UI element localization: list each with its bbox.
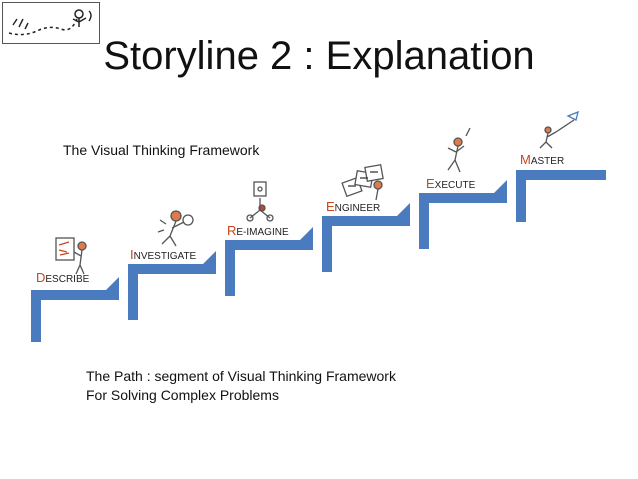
- engineer-figure-icon: [341, 163, 384, 201]
- step-label-execute: EXECUTE: [426, 176, 476, 191]
- step-label-master: MASTER: [520, 152, 565, 167]
- footer-caption: The Path : segment of Visual Thinking Fr…: [86, 367, 396, 405]
- investigate-figure-icon: [157, 210, 194, 247]
- describe-figure-icon: [55, 237, 87, 275]
- staircase-diagram: [31, 110, 606, 342]
- master-figure-icon: [539, 110, 579, 149]
- reimagine-figure-icon: [246, 181, 274, 222]
- stair-step-describe: [31, 277, 119, 342]
- step-label-investigate: INVESTIGATE: [130, 247, 197, 262]
- footer-line-1: The Path : segment of Visual Thinking Fr…: [86, 368, 396, 384]
- footer-line-2: For Solving Complex Problems: [86, 387, 279, 403]
- execute-figure-icon: [447, 127, 471, 173]
- step-label-reimagine: RE-IMAGINE: [227, 223, 289, 238]
- stair-step-master: [516, 170, 606, 222]
- step-label-engineer: ENGINEER: [326, 199, 381, 214]
- step-label-describe: DESCRIBE: [36, 270, 90, 285]
